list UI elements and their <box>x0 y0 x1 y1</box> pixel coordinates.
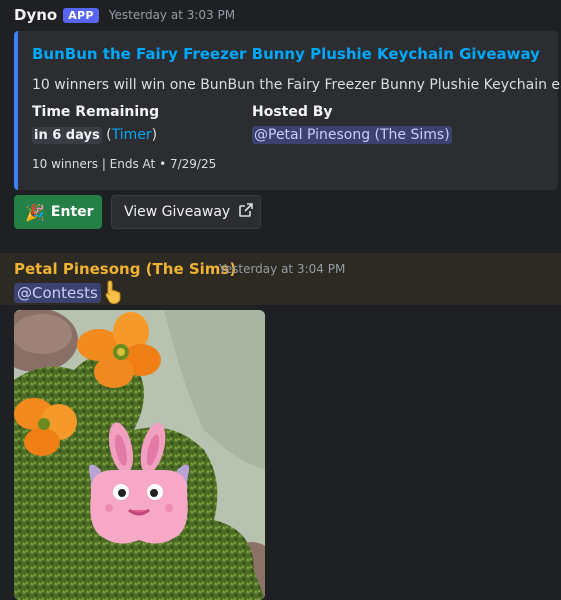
author-name-2[interactable]: Petal Pinesong (The Sims) <box>14 260 236 278</box>
time-remaining-label: Time Remaining <box>32 104 160 120</box>
view-giveaway-label: View Giveaway <box>124 204 231 220</box>
giveaway-embed: BunBun the Fairy Freezer Bunny Plushie K… <box>14 31 561 190</box>
embed-footer: 10 winners | Ends At • 7/29/25 <box>32 157 217 171</box>
message-timestamp-2: Yesterday at 3:04 PM <box>219 262 346 276</box>
host-mention[interactable]: @Petal Pinesong (The Sims) <box>252 126 452 144</box>
contests-mention[interactable]: @Contests <box>14 283 101 303</box>
message-petal: Petal Pinesong (The Sims) Yesterday at 3… <box>0 253 561 305</box>
timer-link[interactable]: Timer <box>112 127 152 143</box>
author-name[interactable]: Dyno <box>14 6 57 24</box>
app-badge: APP <box>63 7 99 23</box>
hosted-by-field: @Petal Pinesong (The Sims) <box>252 126 452 144</box>
message-dyno: Dyno APP Yesterday at 3:03 PM BunBun the… <box>0 0 561 250</box>
time-remaining-value: in 6 days <box>32 127 102 144</box>
party-popper-icon: 🎉 <box>25 202 45 222</box>
pointing-hand-icon <box>104 279 126 309</box>
enter-button-label: Enter <box>50 204 94 220</box>
enter-button[interactable]: 🎉 Enter <box>14 195 102 229</box>
embed-title: BunBun the Fairy Freezer Bunny Plushie K… <box>32 45 540 63</box>
message-timestamp: Yesterday at 3:03 PM <box>108 8 236 22</box>
embed-description: 10 winners will win one BunBun the Fairy… <box>32 77 561 93</box>
attachment-image[interactable] <box>14 310 265 600</box>
external-link-icon <box>238 202 254 222</box>
timer-close-paren: ) <box>151 127 158 143</box>
hosted-by-label: Hosted By <box>252 104 333 120</box>
message-header: Dyno APP Yesterday at 3:03 PM <box>14 6 235 24</box>
view-giveaway-button[interactable]: View Giveaway <box>111 195 261 229</box>
time-remaining-field: in 6 days (Timer) <box>32 127 158 144</box>
